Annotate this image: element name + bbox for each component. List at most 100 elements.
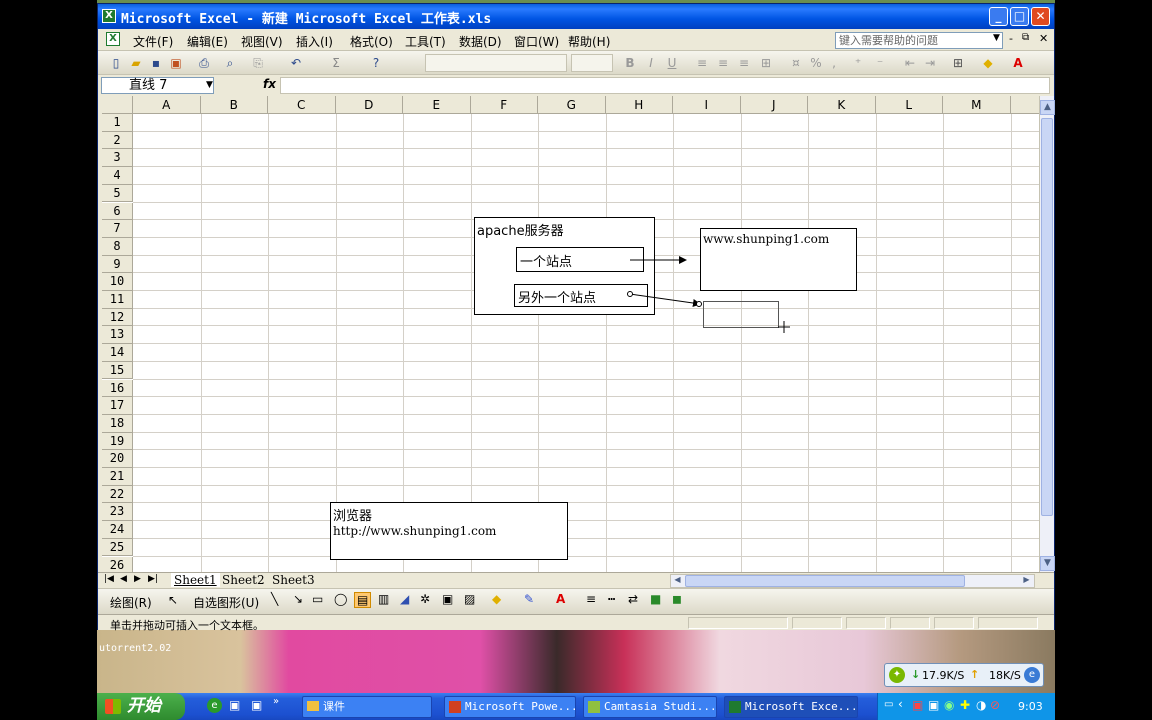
rectangle-icon[interactable]: ▭	[312, 592, 323, 606]
align-left-icon[interactable]: ≡	[694, 55, 710, 71]
paste-icon[interactable]: ⎘	[250, 55, 266, 71]
align-center-icon[interactable]: ≡	[715, 55, 731, 71]
picture-icon[interactable]: ▨	[464, 592, 475, 606]
scroll-up-icon[interactable]: ▲	[1040, 100, 1055, 115]
row-header-25[interactable]: 25	[102, 538, 133, 557]
menu-view[interactable]: 视图(V)	[241, 33, 283, 50]
merge-center-icon[interactable]: ⊞	[758, 55, 774, 71]
row-header-21[interactable]: 21	[102, 468, 133, 486]
font-color-draw-icon[interactable]: A	[556, 592, 565, 606]
tab-last-icon[interactable]: ▶|	[148, 574, 158, 584]
row-header-5[interactable]: 5	[102, 184, 133, 203]
tab-next-icon[interactable]: ▶	[134, 574, 141, 584]
workbook-icon[interactable]: X	[106, 32, 120, 46]
tray-app-icon[interactable]: ◑	[976, 698, 986, 712]
quicklaunch-app-icon[interactable]: ▣	[251, 698, 262, 712]
close-button[interactable]: ✕	[1031, 7, 1050, 26]
row-header-26[interactable]: 26	[102, 556, 133, 572]
column-header-l[interactable]: L	[876, 96, 943, 114]
line-color-icon[interactable]: ✎	[524, 592, 534, 606]
row-header-17[interactable]: 17	[102, 397, 133, 415]
column-header-d[interactable]: D	[336, 96, 403, 114]
task-folder-courseware[interactable]: 课件	[302, 696, 432, 718]
selection-handle-end[interactable]	[696, 301, 702, 307]
row-header-10[interactable]: 10	[102, 273, 133, 291]
column-header-k[interactable]: K	[808, 96, 876, 114]
www-site-box[interactable]: www.shunping1.com	[700, 228, 857, 291]
desktop-icon-label[interactable]: utorrent2.02	[99, 643, 171, 654]
menu-edit[interactable]: 编辑(E)	[187, 33, 228, 50]
line-icon[interactable]: ╲	[271, 592, 278, 606]
column-header-c[interactable]: C	[268, 96, 336, 114]
italic-icon[interactable]: I	[643, 55, 659, 71]
draw-menu-button[interactable]: 绘图(R)	[110, 594, 152, 611]
column-header-f[interactable]: F	[471, 96, 538, 114]
quicklaunch-ie-icon[interactable]: e	[207, 698, 222, 713]
doc-minimize-icon[interactable]: -	[1009, 32, 1013, 45]
row-header-19[interactable]: 19	[102, 432, 133, 451]
row-header-14[interactable]: 14	[102, 344, 133, 362]
tray-app-icon[interactable]: ▣	[912, 698, 923, 712]
tray-keyboard-icon[interactable]: ▭	[884, 699, 893, 710]
row-header-3[interactable]: 3	[102, 149, 133, 168]
select-objects-icon[interactable]: ↖	[168, 593, 178, 607]
row-header-20[interactable]: 20	[102, 450, 133, 468]
tray-antivirus-icon[interactable]: ⊘	[990, 698, 1000, 712]
select-all-corner[interactable]	[102, 96, 133, 114]
comma-icon[interactable]: ,	[826, 55, 842, 71]
arrow-icon[interactable]: ↘	[293, 592, 303, 606]
horizontal-scroll-thumb[interactable]	[685, 575, 965, 587]
help-icon[interactable]: ?	[368, 55, 384, 71]
decrease-decimal-icon[interactable]: ⁻	[872, 55, 888, 71]
tab-prev-icon[interactable]: ◀	[120, 574, 127, 584]
insert-function-icon[interactable]: fx	[263, 77, 276, 91]
browser-icon[interactable]: e	[1024, 667, 1040, 683]
browser-box[interactable]: 浏览器 http://www.shunping1.com	[330, 502, 568, 560]
align-right-icon[interactable]: ≡	[736, 55, 752, 71]
decrease-indent-icon[interactable]: ⇤	[902, 55, 918, 71]
menu-help[interactable]: 帮助(H)	[568, 33, 610, 50]
undo-icon[interactable]: ↶	[288, 55, 304, 71]
save-icon[interactable]: ▪	[148, 55, 164, 71]
row-header-8[interactable]: 8	[102, 237, 133, 256]
row-header-2[interactable]: 2	[102, 131, 133, 150]
row-header-4[interactable]: 4	[102, 167, 133, 185]
row-header-1[interactable]: 1	[102, 114, 133, 132]
increase-indent-icon[interactable]: ⇥	[922, 55, 938, 71]
clock[interactable]: 9:03	[1018, 700, 1043, 713]
row-header-15[interactable]: 15	[102, 361, 133, 380]
quicklaunch-app-icon[interactable]: ▣	[229, 698, 240, 712]
menu-insert[interactable]: 插入(I)	[296, 33, 333, 50]
line-style-icon[interactable]: ≡	[586, 592, 596, 606]
column-header-a[interactable]: A	[133, 96, 201, 114]
row-header-23[interactable]: 23	[102, 503, 133, 522]
formula-input[interactable]	[280, 77, 1050, 94]
tab-sheet2[interactable]: Sheet2	[222, 573, 265, 587]
tray-app-icon[interactable]: ▣	[928, 698, 939, 712]
arrow-style-icon[interactable]: ⇄	[628, 592, 638, 606]
minimize-button[interactable]: _	[989, 7, 1008, 26]
excel-app-icon[interactable]: X	[102, 9, 116, 23]
row-header-6[interactable]: 6	[102, 202, 133, 221]
row-header-24[interactable]: 24	[102, 521, 133, 539]
shadow-icon[interactable]: ■	[650, 592, 661, 606]
tray-app-icon[interactable]: ✚	[960, 698, 970, 712]
tray-app-icon[interactable]: ◉	[944, 698, 954, 712]
task-powerpoint[interactable]: Microsoft Powe...	[444, 696, 576, 718]
percent-icon[interactable]: %	[808, 55, 824, 71]
vertical-scroll-thumb[interactable]	[1041, 118, 1053, 516]
oval-icon[interactable]: ◯	[334, 592, 347, 606]
horizontal-scrollbar[interactable]: ◀ ▶	[670, 574, 1035, 588]
menu-tools[interactable]: 工具(T)	[405, 33, 446, 50]
font-name-combo[interactable]	[425, 54, 567, 72]
fill-color-icon[interactable]: ◆	[980, 55, 996, 71]
name-box[interactable]: 直线 7	[101, 77, 214, 94]
autosum-icon[interactable]: Σ	[328, 55, 344, 71]
menu-file[interactable]: 文件(F)	[133, 33, 173, 50]
column-header-g[interactable]: G	[538, 96, 606, 114]
autoshape-menu-button[interactable]: 自选图形(U)	[193, 594, 259, 611]
borders-icon[interactable]: ⊞	[950, 55, 966, 71]
new-textbox-outline[interactable]	[703, 301, 779, 328]
menu-format[interactable]: 格式(O)	[350, 33, 393, 50]
open-icon[interactable]: ▰	[128, 55, 144, 71]
